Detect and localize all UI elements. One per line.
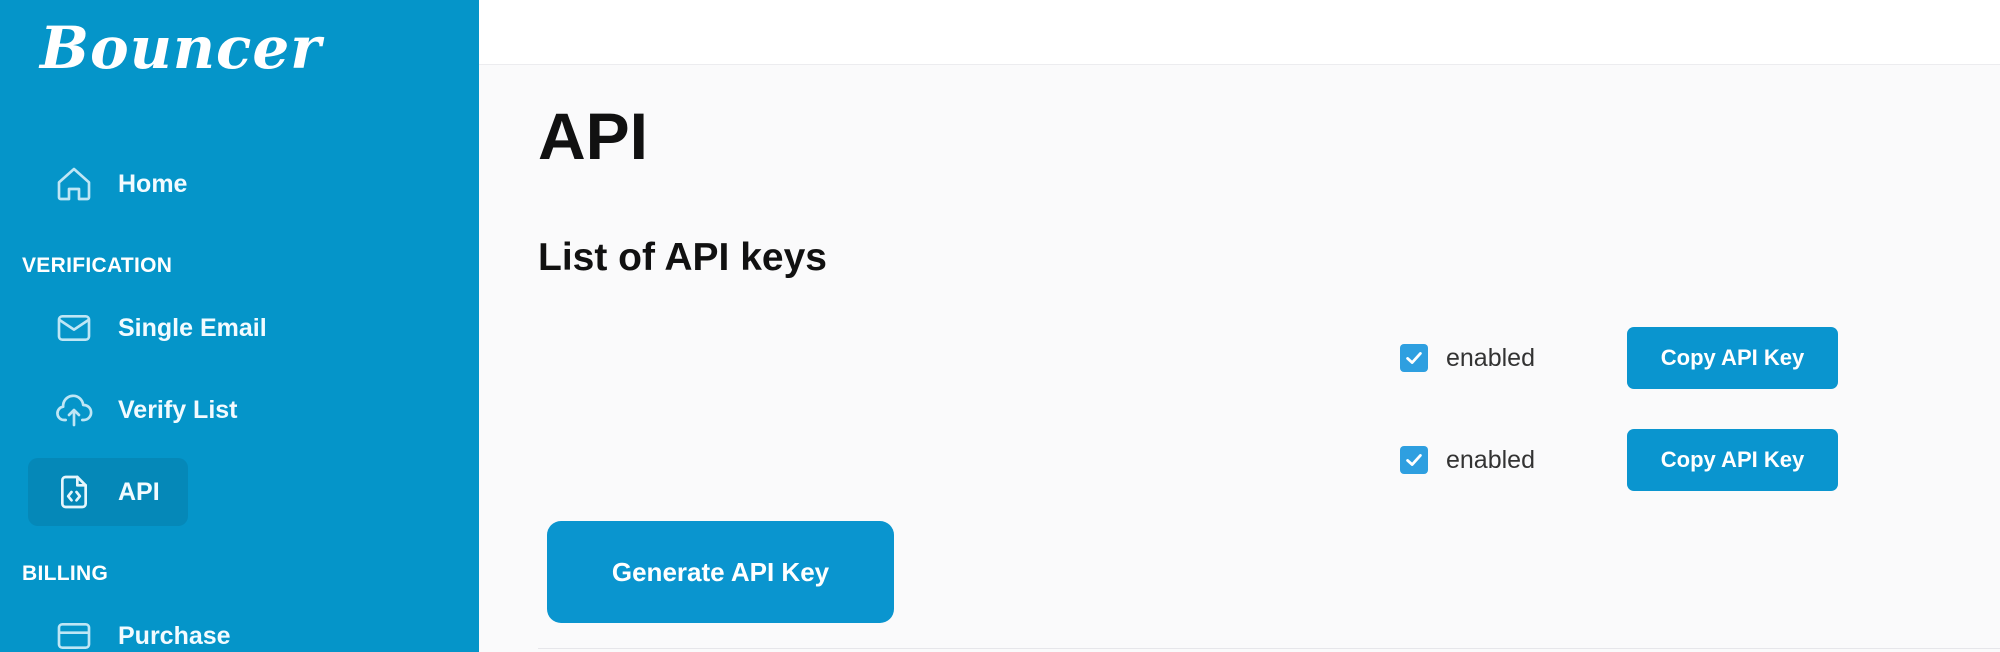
sidebar-item-label: API xyxy=(118,477,160,506)
api-file-icon xyxy=(52,470,96,514)
api-key-row: enabled Copy API Key xyxy=(1400,327,1840,389)
enabled-label: enabled xyxy=(1446,445,1535,474)
section-label-billing: BILLING xyxy=(22,562,109,585)
enabled-checkbox[interactable] xyxy=(1400,446,1428,474)
sidebar-item-label: Home xyxy=(118,169,188,198)
page-title: API xyxy=(538,99,649,173)
credit-card-icon xyxy=(52,614,96,652)
mail-icon xyxy=(52,306,96,350)
check-icon xyxy=(1406,352,1422,364)
sidebar-item-label: Verify List xyxy=(118,395,238,424)
home-icon xyxy=(52,162,96,206)
sidebar-item-single-email[interactable]: Single Email xyxy=(28,294,278,362)
copy-api-key-button[interactable]: Copy API Key xyxy=(1627,327,1838,389)
sidebar-item-label: Single Email xyxy=(118,313,267,342)
enabled-label: enabled xyxy=(1446,343,1535,372)
api-key-row: enabled Copy API Key xyxy=(1400,429,1840,491)
generate-api-key-button[interactable]: Generate API Key xyxy=(547,521,894,623)
sidebar-item-purchase[interactable]: Purchase xyxy=(28,602,278,652)
sidebar-item-label: Purchase xyxy=(118,621,231,650)
copy-api-key-button[interactable]: Copy API Key xyxy=(1627,429,1838,491)
cloud-upload-icon xyxy=(52,388,96,432)
sidebar: Bouncer Home VERIFICATION Single Email V… xyxy=(0,0,479,652)
sidebar-item-verify-list[interactable]: Verify List xyxy=(28,376,278,444)
sidebar-item-api[interactable]: API xyxy=(28,458,188,526)
app-window: Bouncer Home VERIFICATION Single Email V… xyxy=(0,0,2000,652)
sidebar-item-home[interactable]: Home xyxy=(28,150,188,218)
check-icon xyxy=(1406,454,1422,466)
top-bar xyxy=(479,0,2000,65)
divider xyxy=(538,648,2000,649)
brand-logo[interactable]: Bouncer xyxy=(40,14,322,82)
api-keys-heading: List of API keys xyxy=(538,236,827,279)
enabled-checkbox[interactable] xyxy=(1400,344,1428,372)
section-label-verification: VERIFICATION xyxy=(22,254,173,277)
